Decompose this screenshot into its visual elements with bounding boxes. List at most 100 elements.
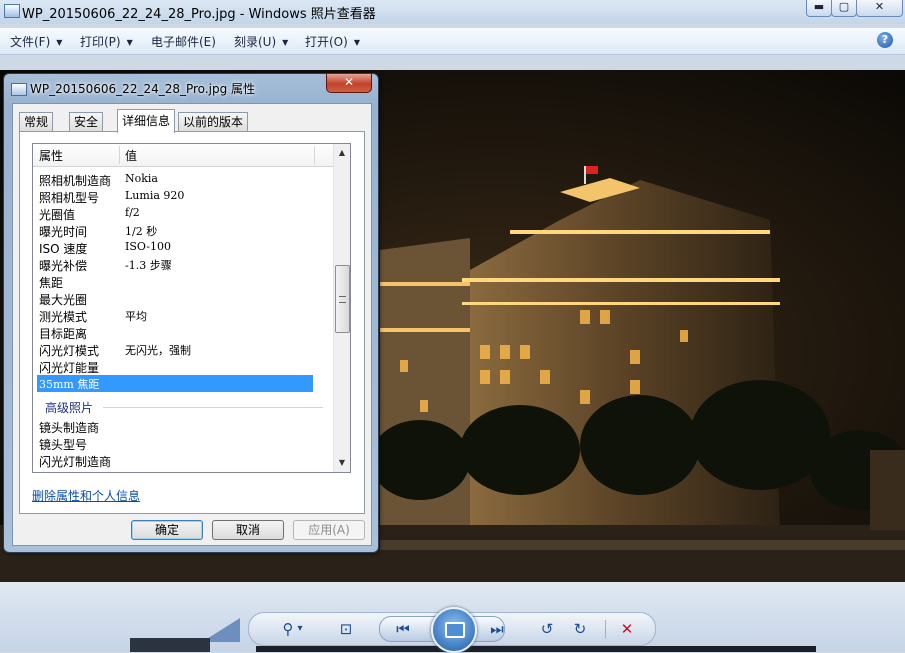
previous-icon[interactable]: ⏮ [392, 618, 414, 640]
list-item[interactable]: 闪光灯模式 无闪光，强制 [33, 341, 333, 358]
help-icon[interactable]: ? [877, 32, 893, 48]
toolbar-divider [605, 620, 606, 638]
tab-previous-versions[interactable]: 以前的版本 [178, 112, 249, 132]
remove-properties-link[interactable]: 删除属性和个人信息 [32, 487, 140, 504]
minimize-button[interactable]: ▬ [806, 0, 832, 17]
details-list[interactable]: 属性 值 照相机制造商 Nokia 照相机型号 Lumia 920 光圈值 f/2 曝… [32, 143, 351, 473]
actual-size-icon[interactable]: ⊡ [335, 618, 357, 640]
list-item[interactable]: 测光模式 平均 [33, 307, 333, 324]
property-name: 镜头型号 [39, 438, 88, 452]
chevron-down-icon: ▼ [353, 38, 360, 47]
property-value: f/2 [125, 206, 140, 219]
maximize-button[interactable]: ▢ [831, 0, 857, 17]
property-name: 焦距 [39, 276, 64, 290]
group-divider [103, 407, 323, 408]
menu-file-label: 文件(F) [10, 35, 51, 49]
list-item[interactable]: 曝光时间 1/2 秒 [33, 222, 333, 239]
list-item[interactable]: 照相机制造商 Nokia [33, 171, 333, 188]
list-item[interactable]: 镜头制造商 [33, 418, 333, 435]
control-strip: ⚲ ▾ ⊡ ⏮ ⏭ ↺ ↻ ✕ [248, 607, 656, 653]
image-file-icon [11, 83, 27, 96]
list-item[interactable]: 闪光灯制造商 [33, 452, 333, 469]
column-divider[interactable] [314, 146, 315, 164]
photo-viewer-app-icon [4, 4, 20, 18]
slideshow-icon [445, 622, 465, 638]
property-name: 镜头制造商 [39, 421, 100, 435]
property-name: 曝光时间 [39, 225, 88, 239]
menu-open[interactable]: 打开(O) ▼ [305, 33, 360, 50]
chevron-down-icon: ▼ [282, 38, 289, 47]
property-value: Lumia 920 [125, 189, 185, 202]
tab-details[interactable]: 详细信息 [117, 109, 176, 133]
slideshow-button[interactable] [431, 607, 477, 653]
property-name: 闪光灯制造商 [39, 455, 112, 469]
next-icon[interactable]: ⏭ [486, 618, 508, 640]
property-name: 曝光补偿 [39, 259, 88, 273]
property-name: 闪光灯模式 [39, 344, 100, 358]
property-name: 35mm 焦距 [39, 378, 100, 391]
apply-button[interactable]: 应用(A) [293, 520, 365, 540]
menu-burn-label: 刻录(U) [234, 35, 277, 49]
property-value: 1/2 秒 [125, 225, 158, 238]
property-name: 照相机制造商 [39, 174, 112, 188]
property-value: 平均 [125, 310, 147, 323]
column-header-property[interactable]: 属性 [39, 147, 63, 164]
scroll-down-arrow-icon[interactable]: ▼ [337, 458, 347, 467]
list-item[interactable]: 光圈值 f/2 [33, 205, 333, 222]
dialog-close-button[interactable]: ✕ [326, 74, 372, 93]
dialog-body: 常规 安全 详细信息 以前的版本 属性 值 照相机制造商 Nokia 照相机型号 L… [12, 103, 372, 546]
viewer-toolbar: ⚲ ▾ ⊡ ⏮ ⏭ ↺ ↻ ✕ [0, 582, 905, 653]
menu-email-label: 电子邮件(E) [151, 35, 216, 49]
list-item[interactable]: ISO 速度 ISO-100 [33, 239, 333, 256]
property-value: 无闪光，强制 [125, 344, 191, 357]
rotate-counterclockwise-icon[interactable]: ↺ [536, 618, 558, 640]
grip-icon [339, 296, 346, 303]
delete-icon[interactable]: ✕ [616, 618, 638, 640]
menu-open-label: 打开(O) [305, 35, 348, 49]
property-name: 光圈值 [39, 208, 76, 222]
group-header-advanced-photo[interactable]: 高级照片 [45, 399, 93, 416]
list-item-selected[interactable]: 35mm 焦距 [37, 375, 313, 392]
menu-file[interactable]: 文件(F) ▼ [10, 33, 62, 50]
column-header-value[interactable]: 值 [125, 147, 137, 164]
property-name: 照相机型号 [39, 191, 100, 205]
property-name: 闪光灯能量 [39, 361, 100, 375]
scrollbar-thumb[interactable] [335, 265, 350, 333]
cancel-button[interactable]: 取消 [212, 520, 284, 540]
property-name: 测光模式 [39, 310, 88, 324]
list-item[interactable]: 镜头型号 [33, 435, 333, 452]
menu-burn[interactable]: 刻录(U) ▼ [234, 33, 288, 50]
scroll-up-arrow-icon[interactable]: ▲ [337, 148, 347, 157]
property-name: ISO 速度 [39, 242, 88, 256]
list-header: 属性 值 [33, 144, 333, 167]
menu-print[interactable]: 打印(P) ▼ [80, 33, 133, 50]
window-title: WP_20150606_22_24_28_Pro.jpg - Windows 照… [22, 7, 376, 22]
list-item[interactable]: 曝光补偿 -1.3 步骤 [33, 256, 333, 273]
chevron-down-icon: ▼ [126, 38, 133, 47]
menu-email[interactable]: 电子邮件(E) [151, 33, 216, 50]
details-panel: 属性 值 照相机制造商 Nokia 照相机型号 Lumia 920 光圈值 f/2 曝… [19, 131, 365, 514]
zoom-dropdown-chevron-icon[interactable]: ▾ [295, 618, 305, 640]
property-value: ISO-100 [125, 240, 172, 253]
list-item[interactable]: 焦距 [33, 273, 333, 290]
chevron-down-icon: ▼ [56, 38, 63, 47]
column-divider[interactable] [119, 146, 120, 164]
close-window-button[interactable]: ✕ [856, 0, 903, 17]
dialog-title: WP_20150606_22_24_28_Pro.jpg 属性 [30, 82, 256, 96]
rotate-clockwise-icon[interactable]: ↻ [569, 618, 591, 640]
list-item[interactable]: 照相机型号 Lumia 920 [33, 188, 333, 205]
thumbnail-strip-decoration [130, 638, 210, 652]
property-name: 目标距离 [39, 327, 88, 341]
list-item[interactable]: 目标距离 [33, 324, 333, 341]
menu-print-label: 打印(P) [80, 35, 121, 49]
list-item[interactable]: 闪光灯能量 [33, 358, 333, 375]
vertical-scrollbar[interactable]: ▲ ▼ [333, 144, 350, 472]
tab-general[interactable]: 常规 [19, 112, 54, 132]
ok-button[interactable]: 确定 [131, 520, 203, 540]
title-bar: WP_20150606_22_24_28_Pro.jpg - Windows 照… [0, 0, 905, 24]
properties-dialog: WP_20150606_22_24_28_Pro.jpg 属性 ✕ 常规 安全 … [3, 73, 379, 553]
property-name: 最大光圈 [39, 293, 88, 307]
property-value: -1.3 步骤 [125, 259, 172, 272]
list-item[interactable]: 最大光圈 [33, 290, 333, 307]
tab-security[interactable]: 安全 [69, 112, 104, 132]
